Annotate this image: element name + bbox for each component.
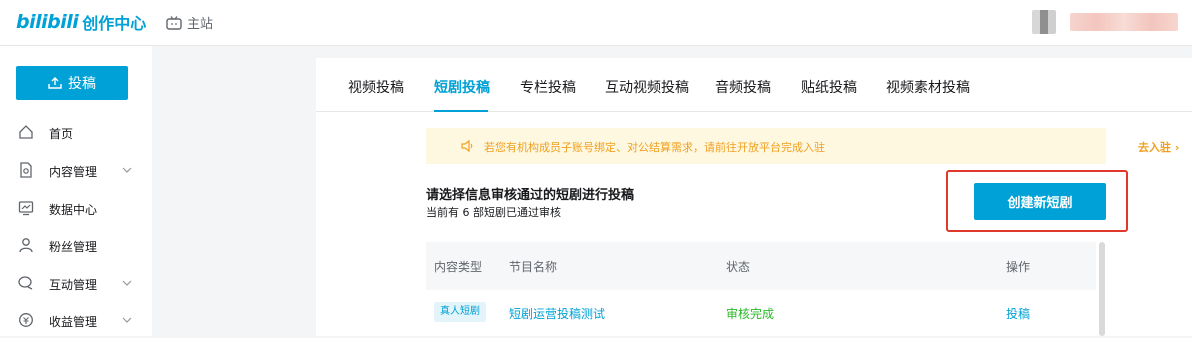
notice-text: 若您有机构成员子账号绑定、对公结算需求，请前往开放平台完成入驻 xyxy=(484,141,825,154)
chevron-down-icon xyxy=(122,167,132,173)
create-short-drama-button[interactable]: 创建新短剧 xyxy=(974,183,1106,220)
sidebar-item-interaction[interactable]: 互动管理 xyxy=(0,265,152,301)
top-bar: bilibili 创作中心 主站 xyxy=(0,0,1192,46)
sidebar-item-data[interactable]: 数据中心 xyxy=(0,190,152,226)
chat-icon xyxy=(18,276,33,290)
post-button[interactable]: 投稿 xyxy=(16,66,128,100)
sidebar: 投稿 首页 内容管理 数据中心 粉丝管理 互动管理 收益管理 xyxy=(0,46,152,336)
active-tab-indicator xyxy=(434,110,488,112)
column-header-action: 操作 xyxy=(1006,260,1031,274)
sidebar-item-content[interactable]: 内容管理 xyxy=(0,152,152,188)
scrollbar[interactable] xyxy=(1099,242,1105,336)
upload-icon xyxy=(48,77,62,89)
chevron-down-icon xyxy=(122,317,132,323)
column-header-status: 状态 xyxy=(726,260,751,274)
chart-icon xyxy=(18,201,34,216)
user-area[interactable] xyxy=(1032,10,1178,34)
section-title: 请选择信息审核通过的短剧进行投稿 xyxy=(426,188,635,203)
home-link[interactable]: 主站 xyxy=(166,13,213,32)
logo-title: 创作中心 xyxy=(82,14,147,33)
status-text: 审核完成 xyxy=(726,307,775,321)
table-row: 真人短剧 短剧运营投稿测试 审核完成 投稿 xyxy=(426,290,1096,336)
column-header-type: 内容类型 xyxy=(434,260,483,274)
tab-interactive-video[interactable]: 互动视频投稿 xyxy=(605,77,689,97)
sidebar-item-home[interactable]: 首页 xyxy=(0,114,152,150)
sidebar-item-label: 数据中心 xyxy=(49,203,98,217)
avatar[interactable] xyxy=(1032,10,1056,34)
sidebar-item-label: 互动管理 xyxy=(49,278,98,292)
home-link-label: 主站 xyxy=(187,17,214,32)
username-blurred xyxy=(1070,13,1178,31)
post-button-label: 投稿 xyxy=(68,76,96,92)
logo-bilibili: bilibili xyxy=(16,11,79,33)
post-action-link[interactable]: 投稿 xyxy=(1006,305,1030,322)
tab-video[interactable]: 视频投稿 xyxy=(348,77,404,97)
chevron-down-icon xyxy=(122,280,132,286)
logo[interactable]: bilibili 创作中心 xyxy=(16,10,146,34)
speaker-icon xyxy=(461,139,473,153)
tab-short-drama[interactable]: 短剧投稿 xyxy=(434,77,490,97)
home-icon xyxy=(19,125,33,139)
sidebar-item-label: 内容管理 xyxy=(49,165,98,179)
tab-article[interactable]: 专栏投稿 xyxy=(520,77,576,97)
content-type-tag: 真人短剧 xyxy=(434,302,486,322)
notice-join-link[interactable]: 去入驻 › xyxy=(1138,139,1179,155)
document-icon xyxy=(20,162,32,178)
column-header-name: 节目名称 xyxy=(509,260,558,274)
table-header: 内容类型 节目名称 状态 操作 xyxy=(426,242,1096,290)
sidebar-item-label: 收益管理 xyxy=(49,315,98,329)
sidebar-item-label: 首页 xyxy=(49,127,74,141)
tab-sticker[interactable]: 贴纸投稿 xyxy=(801,77,857,97)
sidebar-item-fans[interactable]: 粉丝管理 xyxy=(0,227,152,263)
user-icon xyxy=(19,238,33,253)
tab-video-material[interactable]: 视频素材投稿 xyxy=(886,77,970,97)
tab-audio[interactable]: 音频投稿 xyxy=(715,77,771,97)
sidebar-item-revenue[interactable]: 收益管理 xyxy=(0,302,152,338)
sidebar-item-label: 粉丝管理 xyxy=(49,240,98,254)
coin-icon xyxy=(19,313,33,327)
section-subtitle: 当前有 6 部短剧已通过审核 xyxy=(426,206,561,219)
tv-icon xyxy=(166,15,182,30)
drama-table: 内容类型 节目名称 状态 操作 真人短剧 短剧运营投稿测试 审核完成 投稿 xyxy=(426,242,1096,336)
notice-banner: 若您有机构成员子账号绑定、对公结算需求，请前往开放平台完成入驻 去入驻 › xyxy=(426,128,1179,164)
program-name-link[interactable]: 短剧运营投稿测试 xyxy=(509,305,605,322)
upload-tabs: 视频投稿 短剧投稿 专栏投稿 互动视频投稿 音频投稿 贴纸投稿 视频素材投稿 xyxy=(316,58,1192,112)
